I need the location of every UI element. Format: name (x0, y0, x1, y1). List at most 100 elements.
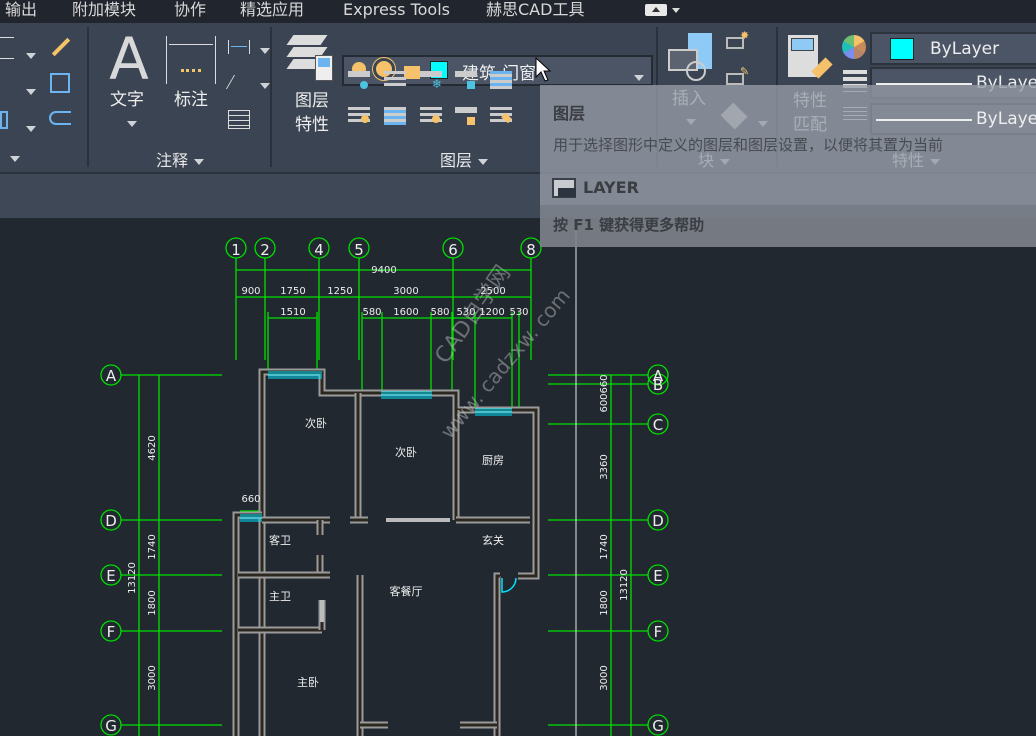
panel-separator (87, 27, 89, 167)
dimension-text: 1800 (599, 590, 610, 615)
layer-isolate-icon[interactable] (384, 71, 406, 89)
leader-icon[interactable] (225, 75, 253, 89)
layer-properties-label-2[interactable]: 特性 (288, 113, 336, 137)
dimension-text: 530 (509, 307, 528, 318)
text-icon[interactable]: A (104, 29, 154, 89)
dimension-text: 1750 (280, 286, 305, 297)
dimension-icon[interactable] (166, 36, 216, 84)
layer-thaw-all-icon[interactable] (420, 107, 442, 125)
layer-off-icon[interactable] (348, 71, 370, 89)
layer-lock-icon[interactable] (455, 71, 477, 89)
annotation-panel-label[interactable]: 注释 (156, 147, 205, 171)
color-swatch (890, 38, 914, 60)
dimension-text: 13120 (127, 562, 138, 594)
linetype-value: ByLayer (976, 109, 1036, 129)
row-axis-label: C (653, 416, 663, 434)
menu-collaborate[interactable]: 协作 (174, 0, 206, 20)
layer-freeze-icon[interactable]: ❄ (420, 71, 442, 91)
create-block-icon[interactable]: ✸ (726, 29, 749, 49)
column-axis-label: 2 (260, 241, 270, 259)
row-axis-label: A (106, 367, 117, 385)
dropdown-arrow[interactable] (254, 75, 270, 94)
drawing-canvas[interactable]: 1 2 4 5 6 8ADEFGABCDEFG9400900 1750 1250 3000 250… (0, 218, 1036, 736)
sliding-door (386, 518, 450, 522)
tooltip-title: 图层 (553, 104, 586, 123)
dimension-text: 3000 (147, 665, 158, 690)
room-label: 主卧 (297, 676, 319, 689)
layer-all-on-icon[interactable] (348, 107, 370, 125)
row-axis-label: E (106, 567, 115, 585)
offset-icon[interactable] (49, 111, 71, 125)
layers-panel-title: 图层 (440, 151, 473, 170)
wall-core (234, 513, 262, 736)
menu-addons[interactable]: 附加模块 (72, 0, 136, 20)
table-icon[interactable] (228, 110, 250, 129)
room-label: 厨房 (482, 454, 504, 467)
minimize-ribbon-button[interactable] (645, 4, 667, 16)
menu-express-tools[interactable]: Express Tools (343, 0, 450, 20)
tooltip-help: 按 F1 键获得更多帮助 (553, 216, 705, 234)
dropdown-arrow[interactable] (20, 45, 36, 64)
dimension-text: 660 (241, 494, 260, 505)
dimension-text: 580 (430, 307, 449, 318)
mouse-pointer-icon (535, 57, 551, 82)
row-axis-label: G (105, 717, 117, 735)
array-icon[interactable] (0, 111, 8, 129)
caret-up-icon (652, 7, 660, 12)
room-label: 客餐厅 (390, 584, 423, 598)
room-label: 次卧 (305, 416, 327, 430)
dimension-text: 3000 (599, 665, 610, 690)
room-label: 主卫 (269, 590, 291, 603)
dimension-text: 600 (599, 393, 610, 412)
layer-properties-icon[interactable] (286, 33, 333, 81)
dimension-text: 1800 (147, 590, 158, 615)
menu-hesi-cad-tools[interactable]: 赫思CAD工具 (486, 0, 584, 20)
linear-dim-icon[interactable] (228, 40, 250, 54)
make-current-layer-icon[interactable] (490, 71, 512, 89)
row-axis-label: E (653, 567, 662, 585)
layer-unlock-icon[interactable] (455, 107, 477, 125)
column-axis-label: 5 (354, 241, 364, 259)
tooltip-command: LAYER (583, 178, 639, 197)
menu-bar: 输出 附加模块 协作 精选应用 Express Tools 赫思CAD工具 (0, 0, 1036, 23)
menu-featured-apps[interactable]: 精选应用 (240, 0, 304, 20)
row-axis-label: F (654, 623, 663, 641)
dimension-text: 900 (241, 286, 260, 297)
layer-unlock-icon[interactable] (404, 66, 420, 79)
row-axis-label: B (653, 376, 663, 394)
box-3d-icon[interactable] (50, 73, 70, 93)
line-sample (876, 119, 972, 121)
color-dropdown[interactable]: ByLayer (870, 32, 1036, 65)
scissors-icon[interactable] (0, 37, 14, 59)
dropdown-arrow[interactable] (254, 40, 270, 59)
dimension-text: 660 (599, 374, 610, 393)
layer-properties-label-1[interactable]: 图层 (288, 89, 336, 113)
row-axis-label: D (105, 512, 117, 530)
dimension-button-label[interactable]: 标注 (166, 88, 216, 112)
room-label: 客卫 (269, 533, 291, 547)
dimension-text: 3000 (393, 286, 418, 297)
color-wheel-icon[interactable] (842, 35, 866, 59)
tooltip-description: 用于选择图形中定义的图层和图层设置，以便将其置为当前 (553, 136, 944, 154)
eraser-icon[interactable] (51, 37, 71, 57)
layers-panel-label[interactable]: 图层 (440, 147, 489, 171)
dimension-text: 580 (362, 307, 381, 318)
linetype-dropdown[interactable]: ByLayer (870, 103, 1036, 135)
text-button-label[interactable]: 文字 (104, 88, 150, 112)
layer-match-icon[interactable] (490, 107, 512, 125)
column-axis-label: 1 (231, 241, 241, 259)
layer-unisolate-icon[interactable] (384, 107, 406, 125)
edit-block-icon[interactable]: ✎ (726, 65, 749, 85)
dropdown-arrow[interactable] (20, 81, 36, 100)
door-swing (501, 577, 517, 593)
dropdown-arrow[interactable] (20, 118, 36, 137)
insert-block-icon[interactable] (666, 33, 716, 83)
text-dropdown-arrow[interactable] (121, 113, 137, 132)
ribbon-options-dropdown[interactable] (672, 8, 680, 13)
dimension-text: 1510 (280, 307, 305, 318)
menu-output[interactable]: 输出 (5, 0, 37, 20)
panel-expand-arrow[interactable] (4, 148, 20, 167)
dimension-text: 1740 (147, 534, 158, 559)
row-axis-label: F (107, 623, 116, 641)
match-properties-icon[interactable] (788, 35, 834, 83)
